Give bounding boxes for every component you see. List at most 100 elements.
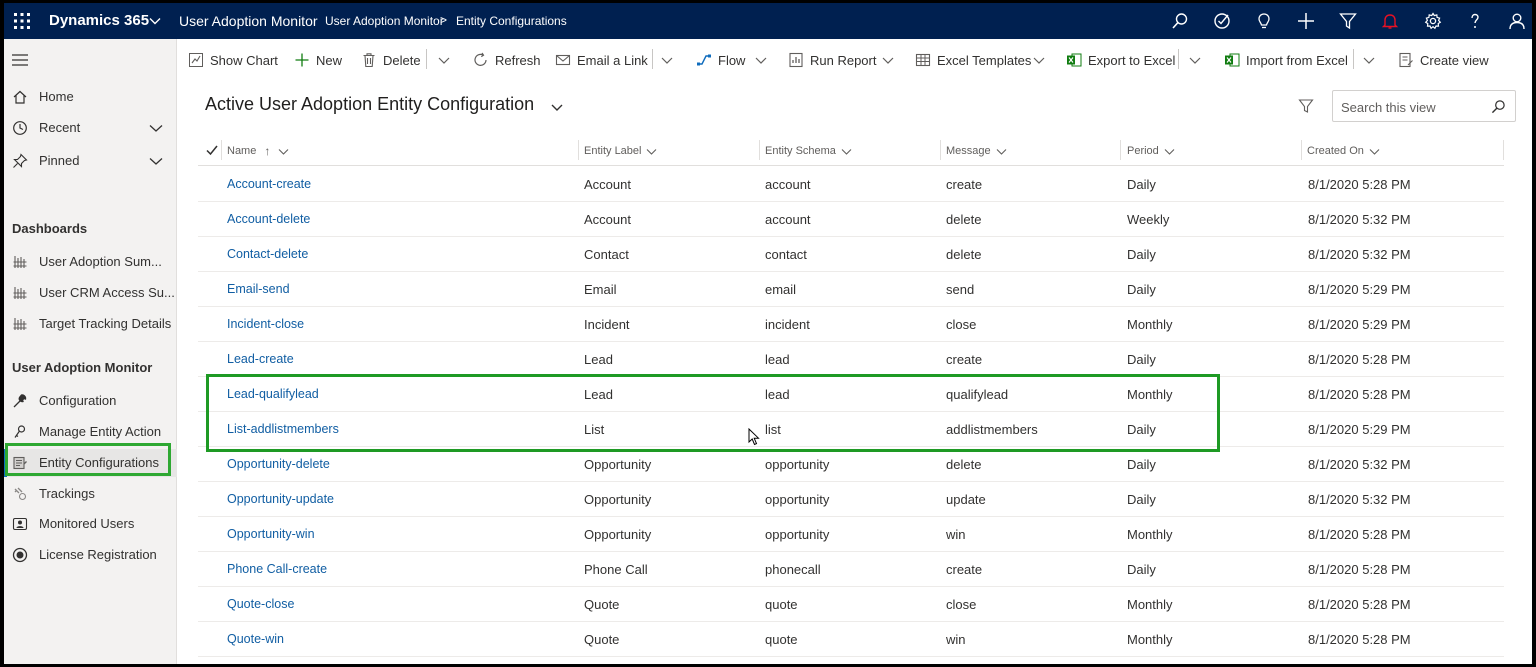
chevron-down-icon[interactable] bbox=[1362, 53, 1376, 67]
report-icon bbox=[789, 52, 803, 68]
cell-name[interactable]: Opportunity-delete bbox=[227, 457, 330, 471]
filter-icon[interactable] bbox=[1298, 98, 1314, 114]
column-header-entity-label[interactable]: Entity Label bbox=[584, 143, 657, 159]
chevron-down-icon[interactable] bbox=[660, 53, 674, 67]
cell-name[interactable]: Opportunity-update bbox=[227, 492, 334, 506]
table-row[interactable]: Quote-win Quote quote win Monthly 8/1/20… bbox=[198, 622, 1504, 657]
table-row[interactable]: Incident-close Incident incident close M… bbox=[198, 307, 1504, 342]
chevron-down-icon[interactable] bbox=[754, 53, 768, 67]
refresh-button[interactable]: Refresh bbox=[473, 50, 541, 70]
new-button[interactable]: New bbox=[294, 50, 342, 70]
run-report-button[interactable]: Run Report bbox=[788, 50, 876, 70]
sidebar-item-target-tracking-details[interactable]: Target Tracking Details bbox=[4, 310, 177, 338]
search-box[interactable] bbox=[1332, 90, 1516, 122]
search-input[interactable] bbox=[1341, 98, 1481, 116]
cell-message: send bbox=[946, 282, 975, 297]
sidebar-item-manage-entity-action[interactable]: Manage Entity Action bbox=[4, 418, 177, 446]
excel-icon bbox=[1067, 53, 1082, 67]
search-icon[interactable] bbox=[1491, 99, 1506, 114]
sidebar-item-license-registration[interactable]: License Registration bbox=[4, 541, 177, 569]
cell-message: delete bbox=[946, 457, 982, 472]
sidebar-item-pinned[interactable]: Pinned bbox=[4, 147, 177, 175]
delete-button[interactable]: Delete bbox=[361, 50, 421, 70]
sidebar-item-monitored-users[interactable]: Monitored Users bbox=[4, 510, 177, 538]
highlight-box-rows bbox=[206, 374, 1220, 452]
filter-icon[interactable] bbox=[1337, 10, 1359, 32]
key-icon bbox=[14, 425, 26, 438]
cell-created-on: 8/1/2020 5:28 PM bbox=[1308, 352, 1411, 367]
chevron-down-icon[interactable] bbox=[437, 53, 451, 67]
cell-created-on: 8/1/2020 5:32 PM bbox=[1308, 247, 1411, 262]
sidebar-item-recent[interactable]: Recent bbox=[4, 114, 177, 142]
chevron-down-icon[interactable] bbox=[881, 53, 895, 67]
module-name[interactable]: User Adoption Monitor bbox=[179, 13, 318, 29]
chevron-down-icon[interactable] bbox=[149, 154, 163, 168]
cell-name[interactable]: Email-send bbox=[227, 282, 290, 296]
command-separator bbox=[652, 49, 653, 69]
lightbulb-icon[interactable] bbox=[1253, 10, 1275, 32]
task-icon[interactable] bbox=[1211, 10, 1233, 32]
table-row[interactable]: Account-create Account account create Da… bbox=[198, 167, 1504, 202]
sidebar-item-user-crm-access-summary[interactable]: User CRM Access Su... bbox=[4, 279, 177, 307]
hamburger-menu-icon[interactable] bbox=[11, 53, 29, 67]
sidebar-item-trackings[interactable]: Trackings bbox=[4, 480, 177, 508]
cell-name[interactable]: Account-create bbox=[227, 177, 311, 191]
gear-icon[interactable] bbox=[1422, 10, 1444, 32]
export-to-excel-button[interactable]: Export to Excel bbox=[1066, 50, 1175, 70]
column-header-created-on[interactable]: Created On bbox=[1307, 143, 1380, 159]
chevron-down-icon[interactable] bbox=[149, 121, 163, 135]
flow-button[interactable]: Flow bbox=[696, 50, 745, 70]
table-row[interactable]: Opportunity-delete Opportunity opportuni… bbox=[198, 447, 1504, 482]
column-header-name[interactable]: Name ↑ bbox=[227, 143, 289, 159]
table-row[interactable]: Opportunity-update Opportunity opportuni… bbox=[198, 482, 1504, 517]
cell-name[interactable]: Lead-create bbox=[227, 352, 294, 366]
sidebar-item-user-adoption-summary[interactable]: User Adoption Sum... bbox=[4, 248, 177, 276]
chevron-down-icon[interactable] bbox=[550, 100, 564, 114]
cell-entity-schema: opportunity bbox=[765, 457, 830, 472]
help-icon[interactable] bbox=[1464, 10, 1486, 32]
chevron-down-icon[interactable] bbox=[148, 14, 162, 28]
table-row[interactable]: Quote-close Quote quote close Monthly 8/… bbox=[198, 587, 1504, 622]
cell-name[interactable]: Quote-close bbox=[227, 597, 294, 611]
cell-name[interactable]: Account-delete bbox=[227, 212, 310, 226]
email-link-button[interactable]: Email a Link bbox=[555, 50, 648, 70]
view-title[interactable]: Active User Adoption Entity Configuratio… bbox=[205, 94, 534, 115]
cell-name[interactable]: Phone Call-create bbox=[227, 562, 327, 576]
cell-message: create bbox=[946, 177, 983, 192]
column-header-period[interactable]: Period bbox=[1127, 143, 1175, 159]
show-chart-button[interactable]: Show Chart bbox=[188, 50, 278, 70]
search-icon[interactable] bbox=[1169, 10, 1191, 32]
excel-templates-button[interactable]: Excel Templates bbox=[915, 50, 1031, 70]
table-row[interactable]: Phone Call-create Phone Call phonecall c… bbox=[198, 552, 1504, 587]
sidebar-item-label: Manage Entity Action bbox=[39, 424, 162, 439]
pin-icon bbox=[13, 153, 28, 168]
cell-period: Daily bbox=[1127, 457, 1156, 472]
app-launcher-icon[interactable] bbox=[13, 12, 31, 30]
table-row[interactable]: Account-delete Account account delete We… bbox=[198, 202, 1504, 237]
chevron-down-icon[interactable] bbox=[1188, 53, 1202, 67]
table-row[interactable]: Lead-create Lead lead create Daily 8/1/2… bbox=[198, 342, 1504, 377]
cell-period: Monthly bbox=[1127, 317, 1173, 332]
breadcrumb-module[interactable]: User Adoption Monitor bbox=[325, 14, 444, 28]
bell-icon[interactable] bbox=[1379, 10, 1401, 32]
user-icon[interactable] bbox=[1506, 10, 1528, 32]
column-header-message[interactable]: Message bbox=[946, 143, 1007, 159]
cell-name[interactable]: Contact-delete bbox=[227, 247, 308, 261]
chevron-down-icon[interactable] bbox=[1032, 53, 1046, 67]
column-separator bbox=[578, 140, 579, 160]
import-from-excel-button[interactable]: Import from Excel bbox=[1224, 50, 1348, 70]
sidebar-item-configuration[interactable]: Configuration bbox=[4, 387, 177, 415]
app-name[interactable]: Dynamics 365 bbox=[49, 12, 149, 29]
cell-name[interactable]: Quote-win bbox=[227, 632, 284, 646]
cell-name[interactable]: Incident-close bbox=[227, 317, 304, 331]
create-view-button[interactable]: Create view bbox=[1398, 50, 1489, 70]
column-header-entity-schema[interactable]: Entity Schema bbox=[765, 143, 852, 159]
table-row[interactable]: Contact-delete Contact contact delete Da… bbox=[198, 237, 1504, 272]
plus-icon[interactable] bbox=[1295, 10, 1317, 32]
select-all-checkmark-icon[interactable] bbox=[206, 144, 218, 156]
sidebar-item-home[interactable]: Home bbox=[4, 83, 177, 111]
sidebar: Home Recent Pinned Dashboards User Adopt… bbox=[4, 39, 177, 664]
cell-name[interactable]: Opportunity-win bbox=[227, 527, 315, 541]
table-row[interactable]: Email-send Email email send Daily 8/1/20… bbox=[198, 272, 1504, 307]
table-row[interactable]: Opportunity-win Opportunity opportunity … bbox=[198, 517, 1504, 552]
